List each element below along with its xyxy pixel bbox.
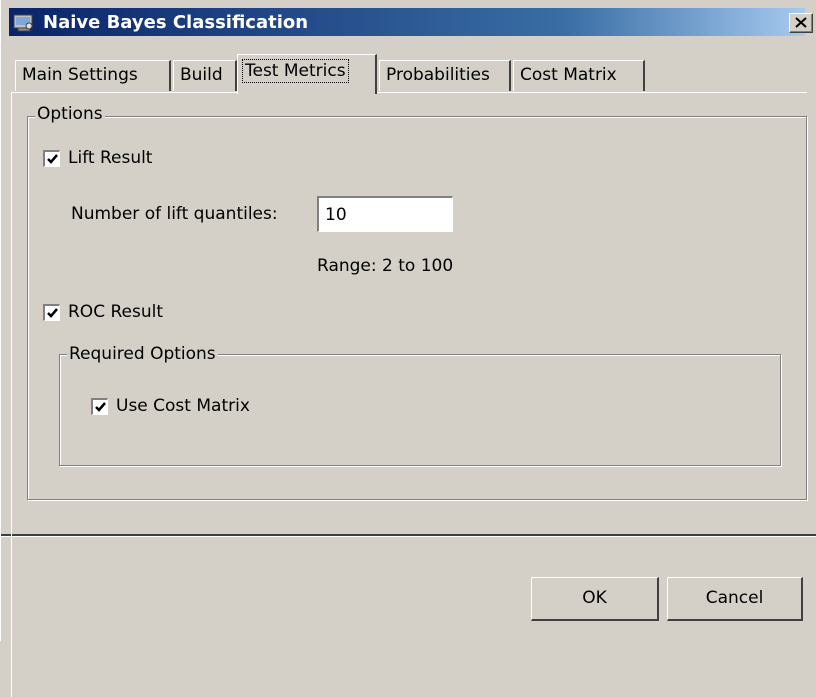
tab-main-settings[interactable]: Main Settings (15, 60, 171, 91)
tab-test-metrics[interactable]: Test Metrics (237, 54, 377, 94)
title-bar: Naive Bayes Classification (1, 0, 816, 36)
close-button[interactable] (789, 13, 813, 33)
tab-label: Main Settings (22, 65, 138, 85)
tab-panel (11, 92, 807, 697)
tab-probabilities[interactable]: Probabilities (379, 60, 511, 91)
app-icon (13, 12, 35, 32)
dialog-window: Naive Bayes Classification Main Settings… (0, 0, 816, 697)
tab-label: Test Metrics (242, 59, 349, 83)
tab-cost-matrix[interactable]: Cost Matrix (513, 60, 645, 91)
tab-label: Build (180, 65, 223, 85)
tab-label: Probabilities (386, 65, 490, 85)
window-title: Naive Bayes Classification (43, 12, 309, 33)
tab-build[interactable]: Build (173, 60, 237, 91)
tab-label: Cost Matrix (520, 65, 617, 85)
